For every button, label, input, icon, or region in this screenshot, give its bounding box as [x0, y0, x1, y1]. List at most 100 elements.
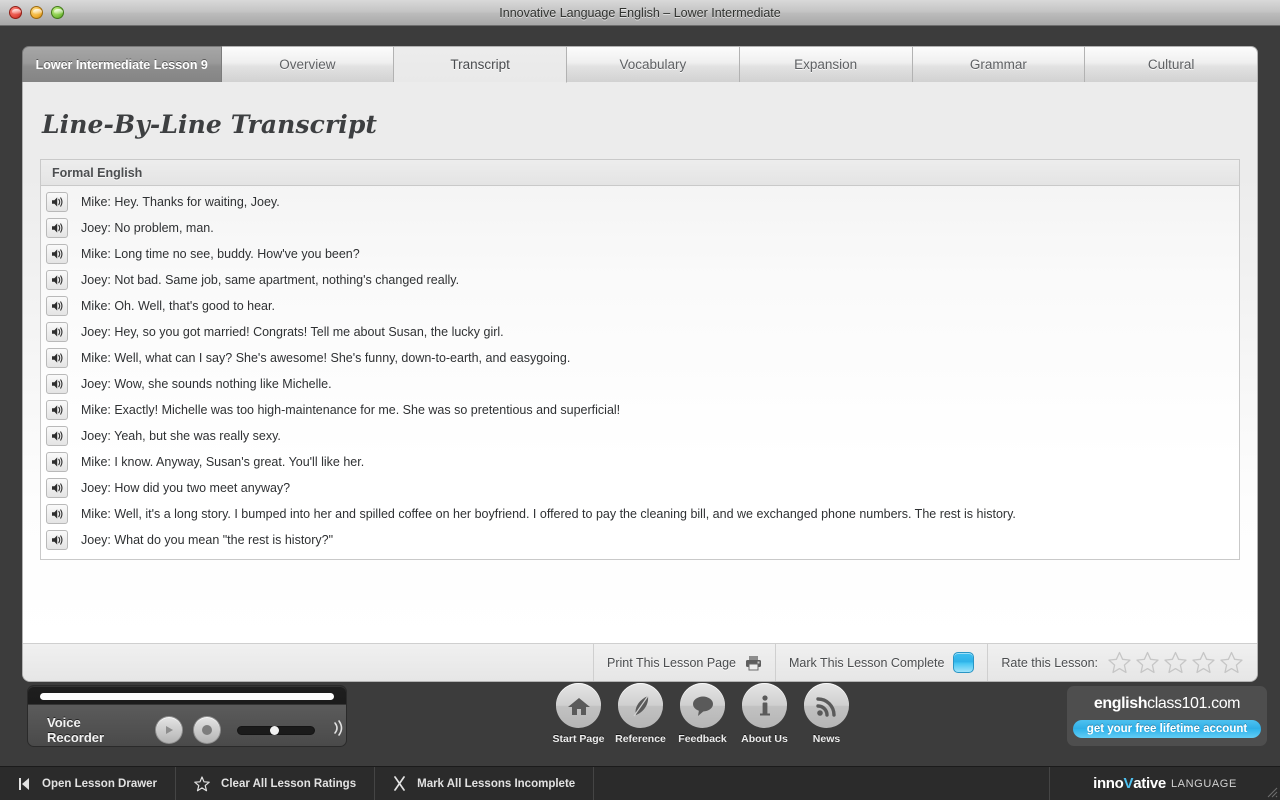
close-window-button[interactable]	[9, 6, 22, 19]
tab-overview[interactable]: Overview	[221, 46, 395, 83]
rating-star[interactable]	[1191, 651, 1216, 675]
dock-item-start-page[interactable]: Start Page	[553, 683, 604, 745]
transcript-row: Joey: Wow, she sounds nothing like Miche…	[41, 371, 1239, 397]
record-icon[interactable]	[193, 716, 222, 744]
play-audio-icon[interactable]	[46, 452, 68, 472]
star-outline-icon	[194, 775, 210, 792]
printer-icon[interactable]	[745, 655, 762, 671]
dock-item-about-us[interactable]: About Us	[741, 683, 788, 745]
play-icon[interactable]	[155, 716, 184, 744]
tab-cultural[interactable]: Cultural	[1085, 46, 1259, 83]
window-titlebar[interactable]: Innovative Language English – Lower Inte…	[0, 0, 1280, 26]
rating-star[interactable]	[1163, 651, 1188, 675]
clear-all-ratings-button[interactable]: Clear All Lesson Ratings	[176, 767, 376, 800]
play-audio-icon[interactable]	[46, 244, 68, 264]
tab-grammar[interactable]: Grammar	[912, 46, 1086, 83]
status-bar: Open Lesson Drawer Clear All Lesson Rati…	[0, 766, 1280, 800]
play-audio-icon[interactable]	[46, 218, 68, 238]
feather-icon	[618, 683, 663, 728]
play-audio-icon[interactable]	[46, 296, 68, 316]
transcript-line: Joey: Wow, she sounds nothing like Miche…	[81, 377, 332, 391]
x-mark-icon	[393, 776, 406, 791]
rating-star[interactable]	[1219, 651, 1244, 675]
transcript-line: Joey: Yeah, but she was really sexy.	[81, 429, 281, 443]
transcript-line: Joey: Not bad. Same job, same apartment,…	[81, 273, 460, 287]
status-label: Open Lesson Drawer	[42, 777, 158, 790]
volume-icon	[332, 719, 346, 742]
zoom-window-button[interactable]	[51, 6, 64, 19]
transcript-section-header: Formal English	[41, 160, 1239, 186]
play-audio-icon[interactable]	[46, 374, 68, 394]
brand-name-bold: english	[1093, 694, 1148, 712]
dock-label: About Us	[741, 733, 788, 745]
transcript-row: Mike: Oh. Well, that's good to hear.	[41, 293, 1239, 319]
voice-recorder-waveform-track[interactable]	[40, 693, 334, 700]
print-lesson-group[interactable]: Print This Lesson Page	[593, 644, 775, 681]
transcript-row: Joey: Not bad. Same job, same apartment,…	[41, 267, 1239, 293]
tab-label: Overview	[279, 57, 336, 72]
tab-vocabulary[interactable]: Vocabulary	[567, 46, 740, 83]
logo-text-pre: inno	[1093, 775, 1124, 792]
transcript-list: Mike: Hey. Thanks for waiting, Joey. Joey…	[41, 186, 1239, 559]
open-lesson-drawer-button[interactable]: Open Lesson Drawer	[0, 767, 177, 800]
tab-transcript[interactable]: Transcript	[394, 46, 568, 83]
dock-label: News	[812, 733, 841, 745]
transcript-line: Joey: How did you two meet anyway?	[81, 481, 291, 495]
tab-label: Grammar	[969, 57, 1027, 72]
transcript-row: Mike: Hey. Thanks for waiting, Joey.	[41, 189, 1239, 215]
transcript-line: Joey: Hey, so you got married! Congrats!…	[81, 325, 504, 339]
tab-expansion[interactable]: Expansion	[739, 46, 913, 83]
content-scroll-area[interactable]: Line-By-Line Transcript Formal English M…	[23, 82, 1257, 643]
brand-name: englishclass101.com	[1093, 694, 1241, 713]
transcript-box: Formal English Mike: Hey. Thanks for wai…	[40, 159, 1240, 560]
play-audio-icon[interactable]	[46, 348, 68, 368]
dock-label: Feedback	[678, 733, 727, 745]
brand-name-rest: class101.com	[1147, 694, 1241, 712]
volume-slider[interactable]	[237, 725, 316, 735]
tab-label: Lower Intermediate Lesson 9	[35, 57, 208, 72]
status-label: Clear All Lesson Ratings	[221, 777, 357, 790]
play-audio-icon[interactable]	[46, 400, 68, 420]
transcript-line: Mike: Hey. Thanks for waiting, Joey.	[81, 195, 280, 209]
tab-label: Expansion	[794, 57, 858, 72]
play-audio-icon[interactable]	[46, 478, 68, 498]
play-audio-icon[interactable]	[46, 530, 68, 550]
free-account-button[interactable]: get your free lifetime account	[1072, 719, 1262, 738]
rss-icon	[804, 683, 849, 728]
brand-badge[interactable]: englishclass101.com get your free lifeti…	[1067, 686, 1267, 746]
rate-lesson-group: Rate this Lesson:	[987, 644, 1257, 681]
tab-label: Vocabulary	[619, 57, 687, 72]
play-audio-icon[interactable]	[46, 270, 68, 290]
rating-star[interactable]	[1107, 651, 1132, 675]
dock-label: Reference	[615, 733, 666, 745]
transcript-line: Mike: Exactly! Michelle was too high-mai…	[81, 403, 621, 417]
transcript-line: Joey: What do you mean "the rest is hist…	[81, 533, 334, 547]
voice-recorder-panel: Voice Recorder	[27, 685, 347, 747]
mark-all-incomplete-button[interactable]: Mark All Lessons Incomplete	[375, 767, 595, 800]
resize-grip[interactable]	[1264, 784, 1278, 798]
rating-star[interactable]	[1135, 651, 1160, 675]
minimize-window-button[interactable]	[30, 6, 43, 19]
mark-complete-label: Mark This Lesson Complete	[789, 655, 945, 670]
dock-item-feedback[interactable]: Feedback	[678, 683, 727, 745]
logo-suffix: LANGUAGE	[1170, 777, 1237, 790]
play-audio-icon[interactable]	[46, 504, 68, 524]
home-icon	[556, 683, 601, 728]
dock-item-reference[interactable]: Reference	[615, 683, 666, 745]
transcript-line: Mike: Well, what can I say? She's awesom…	[81, 351, 571, 365]
mark-complete-checkbox[interactable]	[953, 652, 975, 673]
tab-label: Cultural	[1147, 57, 1195, 72]
application-window: Innovative Language English – Lower Inte…	[0, 0, 1280, 800]
speech-bubble-icon	[680, 683, 725, 728]
play-audio-icon[interactable]	[46, 192, 68, 212]
play-audio-icon[interactable]	[46, 426, 68, 446]
lesson-action-bar: Print This Lesson Page Mark This Lesson …	[23, 643, 1257, 681]
dock-item-news[interactable]: News	[804, 683, 849, 745]
tab-lesson-title[interactable]: Lower Intermediate Lesson 9	[22, 46, 222, 83]
mark-lesson-complete-group[interactable]: Mark This Lesson Complete	[775, 644, 987, 681]
volume-slider-knob[interactable]	[270, 725, 280, 735]
logo-v-mark: V	[1123, 775, 1134, 792]
print-lesson-label: Print This Lesson Page	[607, 655, 737, 670]
play-audio-icon[interactable]	[46, 322, 68, 342]
bottom-dock: Voice Recorder Start Page Reference Feed…	[0, 682, 1280, 766]
